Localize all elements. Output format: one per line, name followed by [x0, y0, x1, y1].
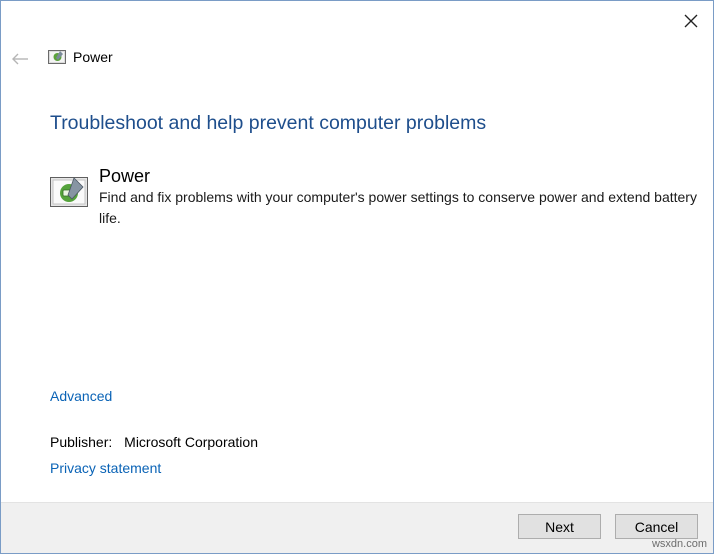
privacy-statement-link[interactable]: Privacy statement: [50, 460, 161, 476]
back-arrow-icon: [12, 53, 28, 65]
page-title: Troubleshoot and help prevent computer p…: [50, 112, 487, 134]
advanced-link[interactable]: Advanced: [50, 388, 112, 404]
close-icon: [684, 14, 698, 28]
watermark: wsxdn.com: [651, 538, 707, 550]
breadcrumb: Power: [48, 49, 113, 65]
cancel-button[interactable]: Cancel: [615, 514, 698, 539]
item-title: Power: [99, 166, 151, 186]
footer-bar: Next Cancel wsxdn.com: [1, 502, 713, 553]
next-button[interactable]: Next: [518, 514, 601, 539]
troubleshooter-item: Power Find and fix problems with your co…: [50, 165, 698, 229]
troubleshooter-window: Power Troubleshoot and help prevent comp…: [0, 0, 714, 554]
item-description: Find and fix problems with your computer…: [99, 189, 697, 226]
power-troubleshooter-icon: [48, 50, 66, 64]
publisher-value: Microsoft Corporation: [124, 434, 258, 450]
close-button[interactable]: [679, 9, 703, 33]
publisher-label: Publisher:: [50, 434, 113, 450]
publisher-info: Publisher: Microsoft Corporation: [50, 434, 258, 450]
back-button[interactable]: [10, 51, 30, 67]
breadcrumb-title: Power: [73, 49, 113, 65]
battery-troubleshooter-icon: [50, 177, 88, 207]
